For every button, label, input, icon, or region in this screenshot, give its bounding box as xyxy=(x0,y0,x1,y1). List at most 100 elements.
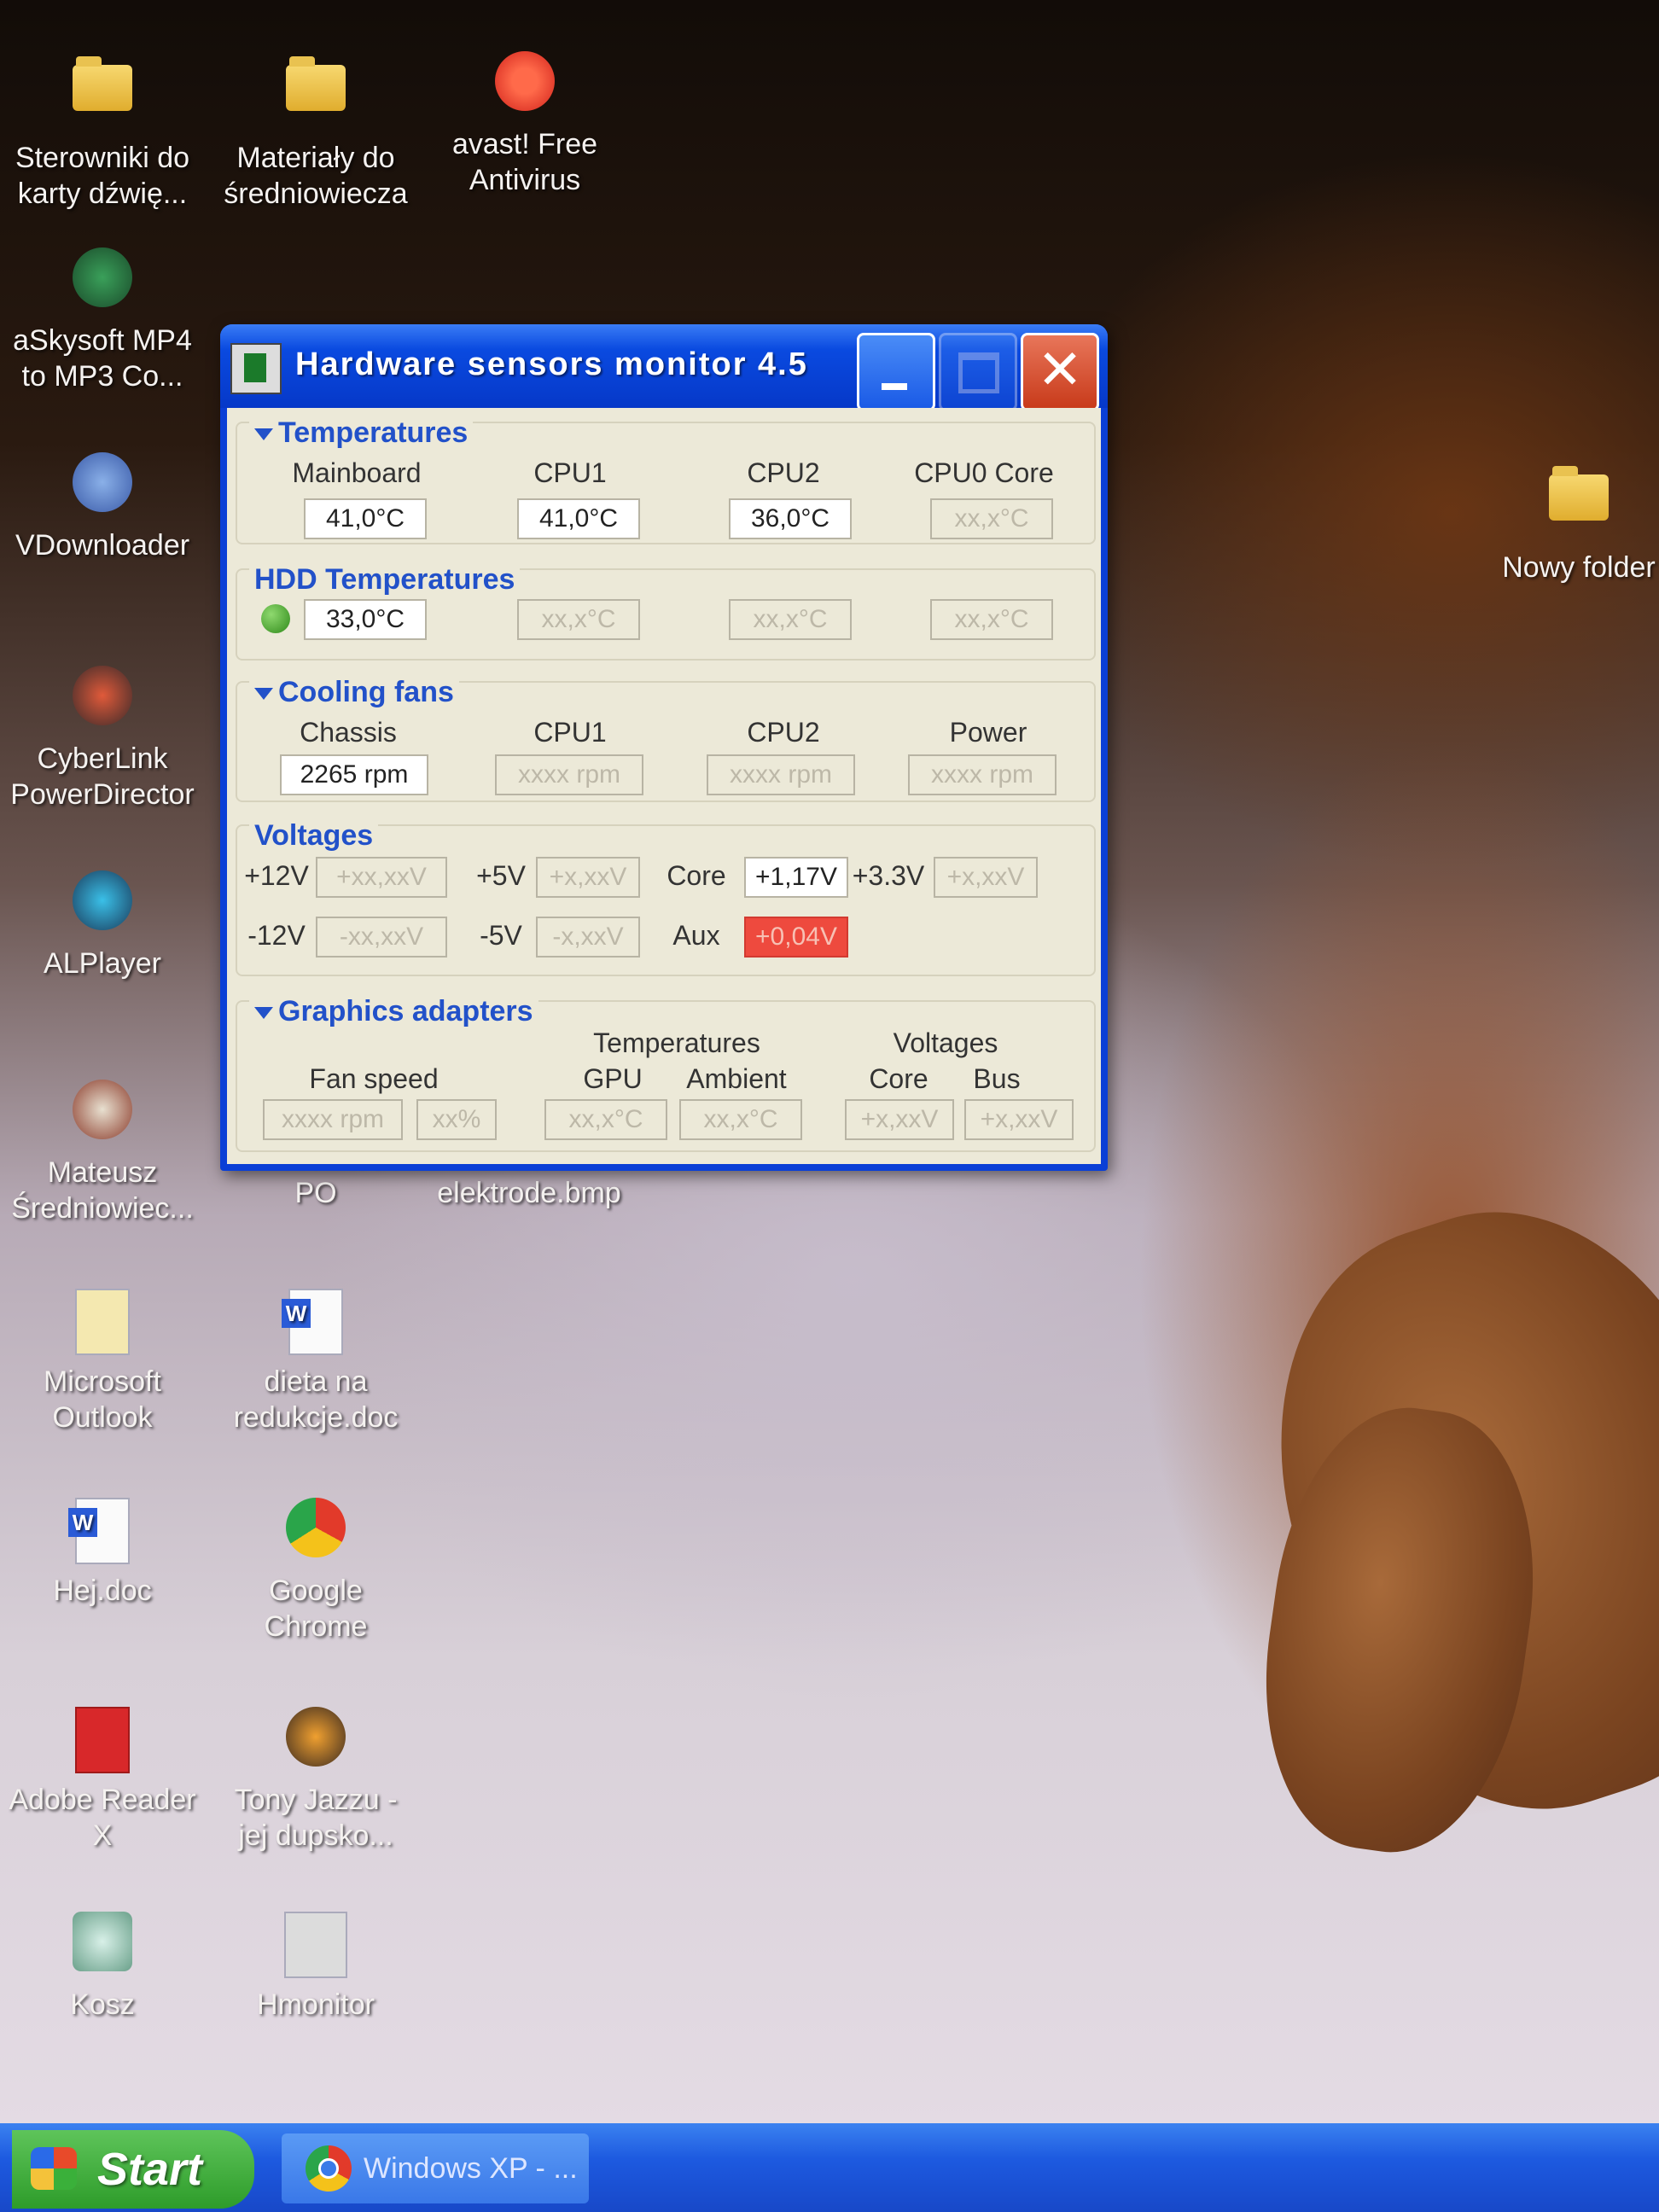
fan-label-cpu2: CPU2 xyxy=(747,717,820,748)
gpu-temperatures-label: Temperatures xyxy=(593,1027,760,1058)
desktop-icon-mateusz[interactable]: Mateusz Średniowiec... xyxy=(4,1080,201,1226)
collapse-triangle-icon xyxy=(254,428,273,441)
icon-label: Hmonitor xyxy=(257,1988,375,2021)
mp4-icon xyxy=(282,1707,350,1775)
fan-label-chassis: Chassis xyxy=(300,717,397,748)
gpu-core-voltage-label: Core xyxy=(869,1063,928,1094)
chrome-icon xyxy=(282,1498,350,1566)
gpu-fan-rpm-value: xxxx rpm xyxy=(263,1099,403,1140)
hdd-temperatures-header: HDD Temperatures xyxy=(249,563,521,597)
icon-label: Kosz xyxy=(70,1988,135,2021)
icon-label: Google Chrome xyxy=(264,1575,368,1643)
desktop-icon-outlook[interactable]: Microsoft Outlook xyxy=(4,1289,201,1435)
title-bar[interactable]: Hardware sensors monitor 4.5 ✕ xyxy=(220,324,1108,411)
temp-label-cpu1: CPU1 xyxy=(533,457,607,488)
voltage-label-p5: +5V xyxy=(476,860,526,891)
word-doc-icon: W xyxy=(68,1498,137,1566)
desktop-icon-tony-jazzu[interactable]: Tony Jazzu - jej dupsko... xyxy=(218,1707,414,1854)
icon-label: Materiały do średniowiecza xyxy=(224,142,408,210)
graphics-adapters-header[interactable]: Graphics adapters xyxy=(249,995,538,1028)
icon-label: Sterowniki do karty dźwię... xyxy=(15,142,190,210)
fan-value-power: xxxx rpm xyxy=(908,754,1057,795)
start-button[interactable]: Start xyxy=(12,2130,254,2209)
fan-value-chassis: 2265 rpm xyxy=(280,754,428,795)
close-button[interactable]: ✕ xyxy=(1021,333,1099,411)
desktop-icon-chrome[interactable]: Google Chrome xyxy=(218,1498,414,1644)
temp-value-cpu1: 41,0°C xyxy=(517,498,640,539)
taskbar-item-label: Windows XP - ... xyxy=(364,2152,578,2185)
app-icon[interactable] xyxy=(230,343,282,394)
temp-value-cpu2: 36,0°C xyxy=(729,498,852,539)
temperatures-group: Temperatures Mainboard CPU1 CPU2 CPU0 Co… xyxy=(236,416,1096,544)
desktop-icon-hej-doc[interactable]: W Hej.doc xyxy=(4,1498,201,1609)
icon-label: CyberLink PowerDirector xyxy=(10,742,195,811)
powerdirector-icon xyxy=(68,666,137,734)
icon-label: Hej.doc xyxy=(53,1575,152,1607)
icon-label: VDownloader xyxy=(15,529,190,562)
voltage-label-m12: -12V xyxy=(247,920,306,951)
hdd-temperatures-group: HDD Temperatures 33,0°C xx,x°C xx,x°C xx… xyxy=(236,563,1096,661)
start-label: Start xyxy=(97,2144,203,2195)
desktop-icon-sterowniki[interactable]: Sterowniki do karty dźwię... xyxy=(4,51,201,212)
hdd-temp-value-2: xx,x°C xyxy=(517,599,640,640)
window-title: Hardware sensors monitor 4.5 xyxy=(295,346,808,382)
converter-icon xyxy=(68,247,137,316)
voltage-value-p5: +x,xxV xyxy=(536,857,640,898)
alplayer-icon xyxy=(68,870,137,939)
gpu-temp-value: xx,x°C xyxy=(544,1099,667,1140)
voltage-value-m5: -x,xxV xyxy=(536,917,640,958)
taskbar-item-chrome[interactable]: Windows XP - ... xyxy=(282,2133,589,2203)
hdd-status-led-icon xyxy=(261,604,290,633)
fan-value-cpu2: xxxx rpm xyxy=(707,754,855,795)
desktop-icon-alplayer[interactable]: ALPlayer xyxy=(4,870,201,981)
gpu-bus-voltage-value: +x,xxV xyxy=(964,1099,1074,1140)
icon-label: Mateusz Średniowiec... xyxy=(11,1156,194,1225)
desktop-icon-nowy-folder[interactable]: Nowy folder xyxy=(1481,461,1659,585)
temp-value-cpu0-core: xx,x°C xyxy=(930,498,1053,539)
hardware-monitor-window[interactable]: Hardware sensors monitor 4.5 ✕ Temperatu… xyxy=(220,324,1108,1171)
icon-label: ALPlayer xyxy=(44,947,161,980)
adobe-reader-icon xyxy=(68,1707,137,1775)
avast-icon xyxy=(491,51,559,119)
desktop-icon-vdownloader[interactable]: VDownloader xyxy=(4,452,201,563)
folder-icon xyxy=(282,56,350,133)
collapse-triangle-icon xyxy=(254,688,273,701)
voltages-group: Voltages +12V +xx,xxV +5V +x,xxV Core +1… xyxy=(236,819,1096,976)
close-icon: ✕ xyxy=(1037,339,1083,400)
temp-value-mainboard: 41,0°C xyxy=(304,498,427,539)
graphics-adapters-group: Graphics adapters Temperatures Voltages … xyxy=(236,995,1096,1152)
vdownloader-icon xyxy=(68,452,137,521)
icon-label: dieta na redukcje.doc xyxy=(233,1365,399,1434)
ambient-temp-value: xx,x°C xyxy=(679,1099,802,1140)
word-doc-icon: W xyxy=(282,1289,350,1357)
icon-label: Tony Jazzu - jej dupsko... xyxy=(234,1784,398,1852)
voltage-value-core: +1,17V xyxy=(744,857,848,898)
cooling-fans-group: Cooling fans Chassis CPU1 CPU2 Power 226… xyxy=(236,676,1096,802)
maximize-icon xyxy=(958,352,999,393)
hdd-temp-value-3: xx,x°C xyxy=(729,599,852,640)
hdd-temp-value-4: xx,x°C xyxy=(930,599,1053,640)
windows-flag-icon xyxy=(31,2147,77,2190)
gpu-temp-label: GPU xyxy=(583,1063,643,1094)
desktop-icon-powerdirector[interactable]: CyberLink PowerDirector xyxy=(4,666,201,812)
ambient-temp-label: Ambient xyxy=(686,1063,787,1094)
document-icon xyxy=(68,1080,137,1148)
window-client: Temperatures Mainboard CPU1 CPU2 CPU0 Co… xyxy=(227,408,1101,1164)
voltage-label-aux: Aux xyxy=(672,920,720,951)
fan-label-power: Power xyxy=(949,717,1027,748)
temperatures-header[interactable]: Temperatures xyxy=(249,416,474,450)
cooling-fans-header[interactable]: Cooling fans xyxy=(249,676,459,709)
voltage-value-aux: +0,04V xyxy=(744,917,848,958)
desktop-icon-kosz[interactable]: Kosz xyxy=(4,1912,201,2023)
desktop-icon-dieta[interactable]: W dieta na redukcje.doc xyxy=(218,1289,414,1435)
desktop-icon-adobe-reader[interactable]: Adobe Reader X xyxy=(4,1707,201,1854)
icon-label: Nowy folder xyxy=(1502,551,1656,584)
desktop-icon-askysoft[interactable]: aSkysoft MP4 to MP3 Co... xyxy=(4,247,201,394)
voltages-header: Voltages xyxy=(249,819,379,853)
desktop-icon-hmonitor[interactable]: Hmonitor xyxy=(218,1912,414,2023)
desktop-icon-materialy[interactable]: Materiały do średniowiecza xyxy=(218,51,414,212)
voltage-label-p33: +3.3V xyxy=(852,860,925,891)
desktop-icon-avast[interactable]: avast! Free Antivirus xyxy=(427,51,623,198)
temp-label-cpu0-core: CPU0 Core xyxy=(914,457,1054,488)
minimize-button[interactable] xyxy=(857,333,935,411)
